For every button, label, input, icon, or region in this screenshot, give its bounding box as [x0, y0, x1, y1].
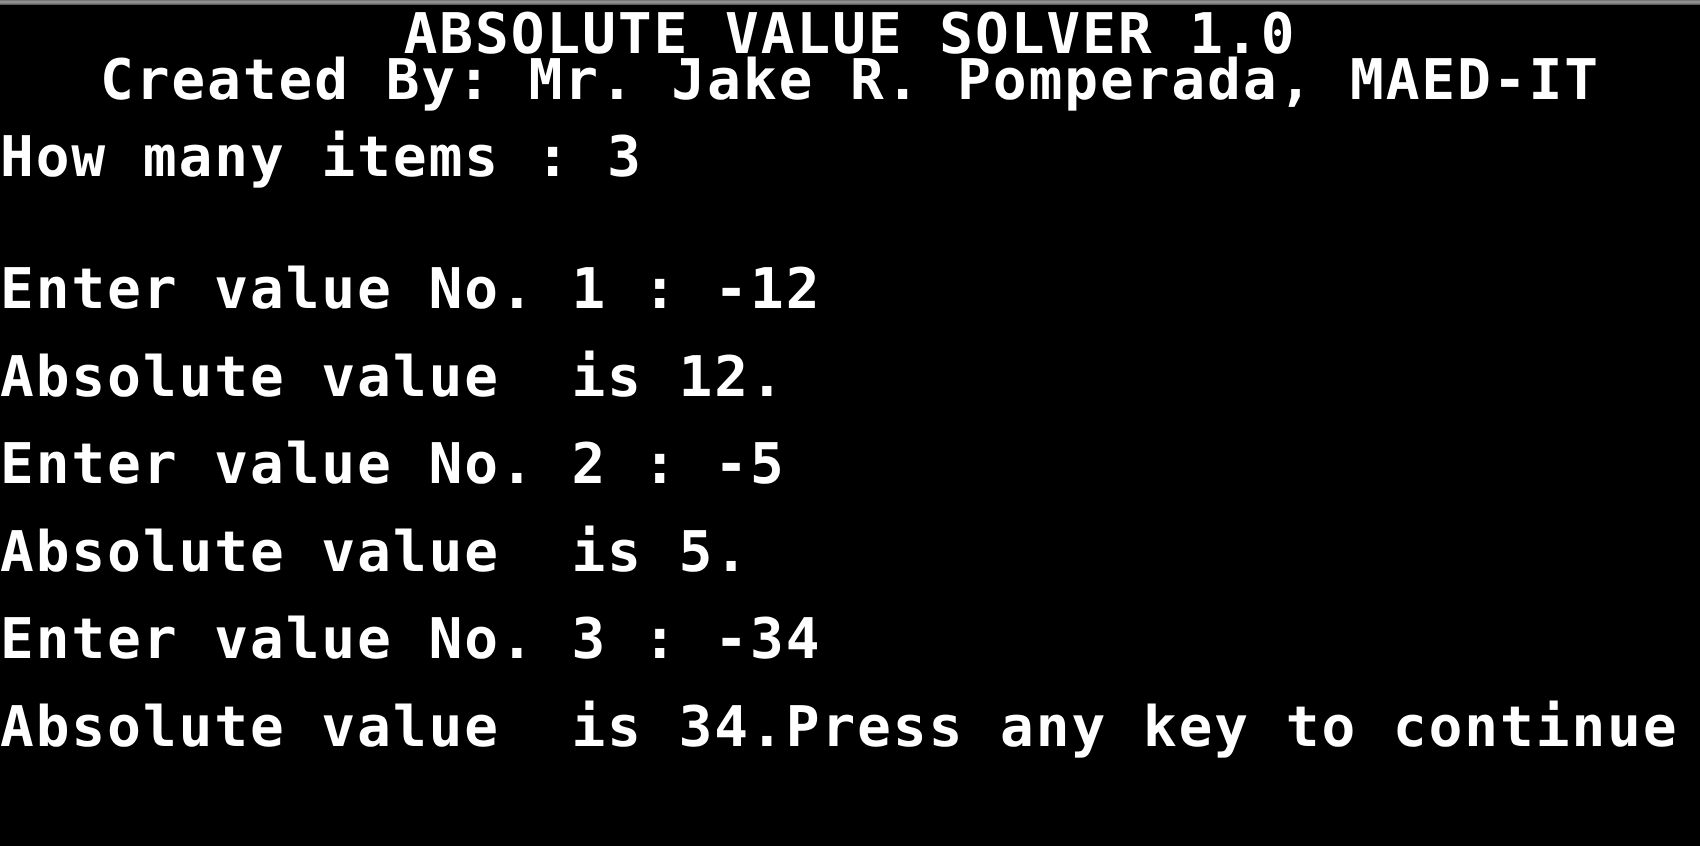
console-line-enter-value-3: Enter value No. 3 : -34	[0, 607, 822, 672]
console-screen[interactable]: ABSOLUTE VALUE SOLVER 1.0 Created By: Mr…	[0, 5, 1700, 846]
program-byline: Created By: Mr. Jake R. Pomperada, MAED-…	[99, 48, 1601, 113]
console-line-absolute-result-1: Absolute value is 12.	[0, 345, 786, 410]
console-line-absolute-result-2: Absolute value is 5.	[0, 520, 751, 585]
console-line-enter-value-1: Enter value No. 1 : -12	[0, 257, 822, 322]
console-line-item-count: How many items : 3	[0, 125, 643, 190]
console-line-absolute-result-3-and-pause: Absolute value is 34.Press any key to co…	[0, 695, 1679, 760]
console-window: ABSOLUTE VALUE SOLVER 1.0 Created By: Mr…	[0, 0, 1700, 846]
console-line-enter-value-2: Enter value No. 2 : -5	[0, 432, 786, 497]
